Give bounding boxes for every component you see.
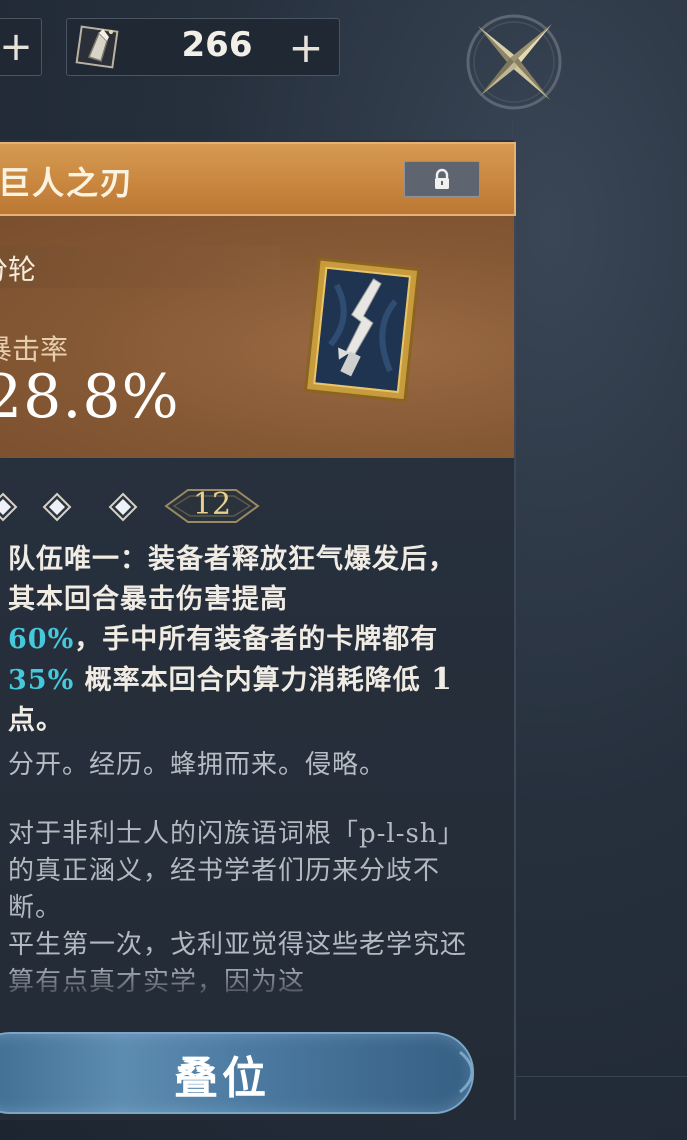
card-lore[interactable]: 对于非利士人的闪族语词根「p-l-sh」的真正涵义，经书学者们历来分歧不断。 平… xyxy=(8,816,476,1006)
rank-diamond-icon xyxy=(42,492,72,522)
card-level: 12 xyxy=(192,487,232,522)
plus-icon: + xyxy=(0,24,33,70)
equipment-card: 巨人之刃 分轮 暴击率 28.8% xyxy=(0,140,516,1120)
stack-button[interactable]: 叠位 xyxy=(0,1032,474,1114)
crystal-shard-icon xyxy=(75,25,119,69)
currency-amount: 266 xyxy=(181,25,253,65)
card-keywords: 分开。经历。蜂拥而来。侵略。 xyxy=(8,750,387,780)
level-row: 12 xyxy=(0,484,514,530)
effect-line-2: ，手中所有装备者的卡牌都有 xyxy=(74,624,439,655)
card-hero: 分轮 暴击率 28.8% xyxy=(0,216,514,458)
rank-diamond-icon xyxy=(0,492,18,522)
rank-diamond-icon xyxy=(108,492,138,522)
card-effect-text: 队伍唯一：装备者释放狂气爆发后，其本回合暴击伤害提高 60%，手中所有装备者的卡… xyxy=(8,540,478,741)
effect-line-4: 点。 xyxy=(8,705,64,736)
blade-card-art-icon xyxy=(303,258,421,403)
effect-value-1: 60% xyxy=(8,624,75,655)
stat-value: 28.8% xyxy=(0,362,180,432)
stack-button-label: 叠位 xyxy=(174,1053,270,1104)
card-header: 巨人之刃 xyxy=(0,142,516,216)
lock-button[interactable] xyxy=(404,161,480,197)
effect-value-2: 35% xyxy=(8,665,75,696)
add-currency-button-left[interactable]: + xyxy=(0,18,42,76)
type-band xyxy=(0,246,280,288)
card-type: 分轮 xyxy=(0,253,37,286)
add-currency-button[interactable]: + xyxy=(283,19,329,75)
button-end-cap-icon xyxy=(459,1050,474,1094)
lore-paragraph-1: 对于非利士人的闪族语词根「p-l-sh」的真正涵义，经书学者们历来分歧不断。 xyxy=(8,819,465,923)
card-title: 巨人之刃 xyxy=(0,164,135,202)
effect-line-3: 概率本回合内算力消耗降低 xyxy=(84,665,421,696)
lock-icon xyxy=(435,168,449,189)
lore-paragraph-2: 平生第一次，戈利亚觉得这些老学究还算有点真才实学，因为这 xyxy=(8,930,468,997)
effect-line-1: 队伍唯一：装备者释放狂气爆发后，其本回合暴击伤害提高 xyxy=(8,544,456,615)
compass-star-icon[interactable] xyxy=(462,10,566,114)
effect-value-3: 1 xyxy=(431,662,453,697)
crystal-currency-box: 266 + xyxy=(66,18,340,76)
plus-icon: + xyxy=(288,22,324,72)
